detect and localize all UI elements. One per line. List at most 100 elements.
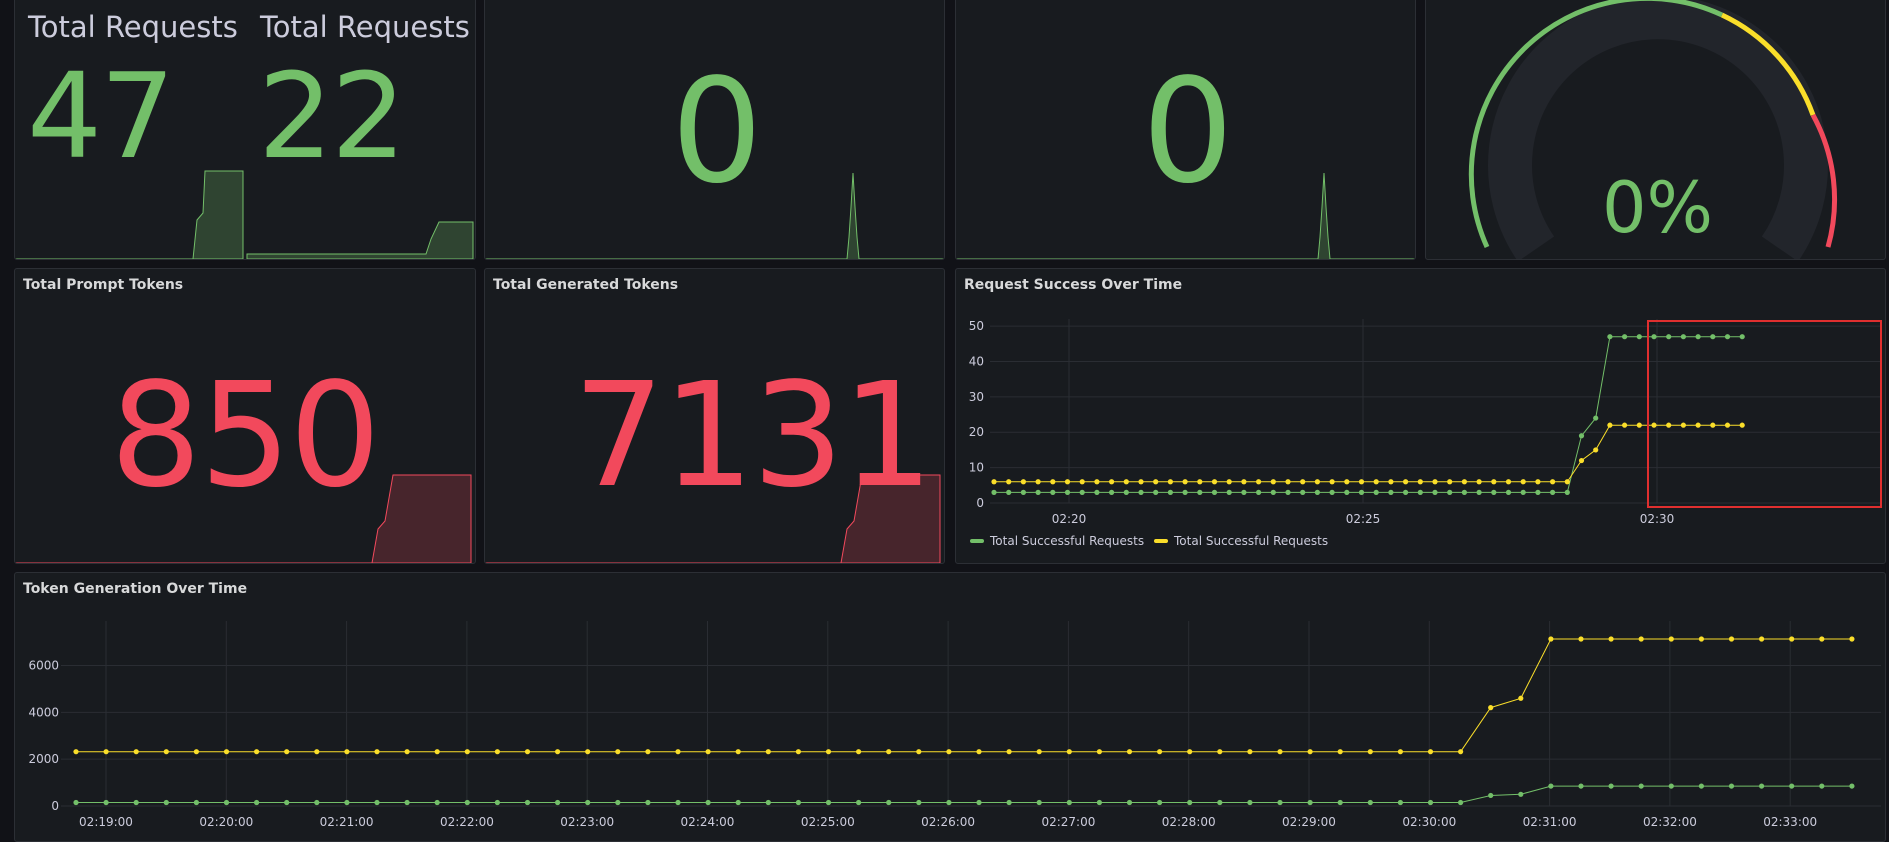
data-point <box>1608 783 1614 789</box>
legend-swatch <box>1154 539 1168 543</box>
data-point <box>825 749 832 755</box>
data-point <box>1020 479 1026 485</box>
y-tick-label: 0 <box>976 496 984 510</box>
legend-swatch <box>970 539 984 543</box>
total-prompt-tokens-panel[interactable]: Total Prompt Tokens 850 <box>14 268 476 564</box>
data-point <box>1247 749 1253 755</box>
gauge-panel[interactable]: 0% <box>1425 0 1886 260</box>
data-point <box>1651 334 1657 340</box>
y-tick-label: 40 <box>969 354 984 368</box>
data-point <box>1138 489 1144 495</box>
data-point <box>1096 799 1102 806</box>
data-point <box>284 749 290 755</box>
data-point <box>1638 636 1644 642</box>
data-point <box>1006 479 1012 485</box>
data-point <box>1535 479 1541 485</box>
data-point <box>1607 422 1613 428</box>
legend-item-green[interactable]: Total Successful Requests <box>970 534 1144 548</box>
data-point <box>1211 489 1218 495</box>
data-point <box>1373 489 1379 495</box>
data-point <box>615 799 621 806</box>
data-point <box>223 749 230 755</box>
data-point <box>856 749 862 755</box>
data-point <box>991 489 997 495</box>
data-point <box>1270 479 1276 485</box>
data-point <box>675 749 681 755</box>
y-tick-label: 2000 <box>28 752 59 766</box>
data-point <box>1094 479 1100 485</box>
stat-panel-3-sparkline <box>956 172 1415 259</box>
data-point <box>1417 479 1423 485</box>
data-point <box>1256 489 1262 495</box>
legend-item-yellow[interactable]: Total Successful Requests <box>1154 534 1328 548</box>
data-point <box>675 799 681 806</box>
data-point <box>163 799 169 806</box>
data-point <box>1329 479 1335 485</box>
data-point <box>404 799 410 806</box>
data-point <box>1607 334 1613 340</box>
data-point <box>765 799 771 806</box>
total-generated-tokens-panel[interactable]: Total Generated Tokens 7131 <box>484 268 945 564</box>
data-point <box>1491 489 1497 495</box>
data-point <box>705 749 711 755</box>
data-point <box>1285 489 1291 495</box>
data-point <box>1187 799 1193 806</box>
data-point <box>1417 489 1423 495</box>
data-point <box>1197 479 1203 485</box>
data-point <box>615 749 621 755</box>
data-point <box>1622 334 1628 340</box>
sparkline-b <box>246 221 474 259</box>
data-point <box>1344 489 1350 495</box>
data-point <box>1638 783 1644 789</box>
data-point <box>1367 799 1373 806</box>
data-point <box>1680 422 1686 428</box>
data-point <box>1447 489 1453 495</box>
data-point <box>1622 422 1628 428</box>
data-point <box>1182 489 1188 495</box>
data-point <box>1277 799 1283 806</box>
data-point <box>1710 334 1716 340</box>
stat-panel-2[interactable]: 0 <box>484 0 945 260</box>
data-point <box>1329 489 1335 495</box>
data-point <box>645 799 651 806</box>
data-point <box>223 799 230 806</box>
total-requests-panel[interactable]: Total Requests Total Requests 47 22 <box>14 0 476 260</box>
request-success-panel[interactable]: Request Success Over Time 0 10 20 30 40 50 02:… <box>955 268 1886 564</box>
request-success-chart[interactable]: 0 10 20 30 40 50 02:20 02:25 02:30 <box>956 269 1886 564</box>
data-point <box>1064 479 1071 485</box>
data-point <box>1256 479 1262 485</box>
data-point <box>916 749 922 755</box>
data-point <box>1488 705 1494 711</box>
stat-panel-3[interactable]: 0 <box>955 0 1416 260</box>
data-point <box>73 749 79 755</box>
data-point <box>1035 479 1041 485</box>
data-point <box>1066 749 1072 755</box>
data-point <box>1006 749 1012 755</box>
data-point <box>1300 489 1306 495</box>
data-point <box>1036 749 1042 755</box>
highlight-box <box>1647 320 1882 508</box>
data-point <box>1698 783 1704 789</box>
data-point <box>916 799 922 806</box>
data-point <box>1337 799 1343 806</box>
data-point <box>1314 489 1320 495</box>
series-line <box>76 785 1852 803</box>
data-point <box>585 799 591 806</box>
gauge-value: 0% <box>1602 167 1714 249</box>
y-tick-label: 20 <box>969 425 984 439</box>
data-point <box>434 749 440 755</box>
data-point <box>344 749 350 755</box>
data-point <box>1505 479 1512 485</box>
data-point <box>1550 489 1556 495</box>
data-point <box>1739 422 1745 428</box>
token-generation-chart[interactable]: 020004000600002:19:00 02:20:00 02:21:00 02:… <box>15 573 1886 842</box>
token-generation-panel[interactable]: Token Generation Over Time 0 2000 4000 6000… <box>14 572 1886 842</box>
data-point <box>524 749 531 755</box>
data-point <box>1491 479 1497 485</box>
data-point <box>193 749 199 755</box>
data-point <box>374 749 380 755</box>
data-point <box>1695 334 1701 340</box>
total-requests-sparklines <box>15 170 474 259</box>
data-point <box>1241 489 1247 495</box>
data-point <box>1578 433 1585 439</box>
